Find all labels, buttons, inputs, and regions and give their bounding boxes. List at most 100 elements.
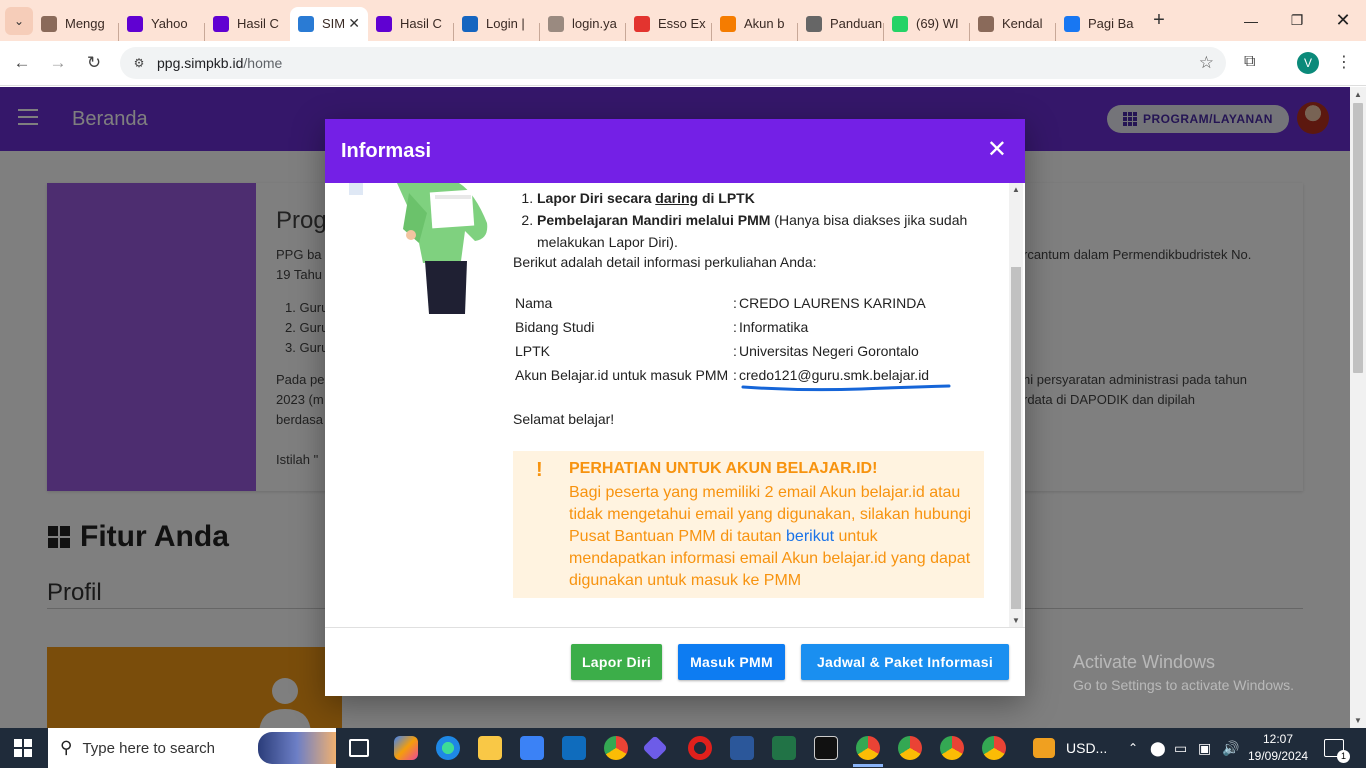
detail-value: Universitas Negeri Gorontalo (739, 343, 919, 359)
active-app-indicator (853, 764, 883, 767)
address-bar[interactable]: ⚙ ppg.simpkb.id/home ☆ (120, 47, 1226, 79)
task-view-icon[interactable] (349, 739, 369, 757)
address-toolbar: ← → ↻ ⚙ ppg.simpkb.id/home ☆ ⧉ (0, 41, 1366, 86)
steps-list: Lapor Diri secara daring di LPTK Pembela… (513, 187, 983, 253)
excel-icon[interactable] (772, 736, 796, 760)
restore-button[interactable]: ❐ (1274, 0, 1320, 41)
teacher-illustration (349, 183, 488, 314)
page-scroll-thumb[interactable] (1353, 103, 1363, 373)
browser-tab[interactable]: (69) WI (884, 7, 969, 41)
step-item: Pembelajaran Mandiri melalui PMM (Hanya … (537, 209, 983, 253)
tab-title: Kendal (1002, 16, 1043, 31)
chrome-profile-e-icon[interactable] (898, 736, 922, 760)
show-hidden-icons[interactable]: ⌃ (1128, 728, 1138, 768)
edge-icon[interactable] (436, 736, 460, 760)
dialog-scroll-thumb[interactable] (1011, 267, 1021, 609)
dialog-close-button[interactable]: ✕ (987, 137, 1007, 163)
forward-button[interactable]: → (45, 51, 71, 75)
page-scrollbar[interactable]: ▲ ▼ (1350, 87, 1366, 728)
store-icon[interactable] (520, 736, 544, 760)
chrome-profile-c-icon[interactable] (940, 736, 964, 760)
scroll-down-icon[interactable]: ▼ (1009, 616, 1023, 625)
network-icon[interactable]: ▣ (1198, 728, 1211, 768)
alert-title: PERHATIAN UNTUK AKUN BELAJAR.ID! (569, 460, 878, 477)
profile-avatar[interactable]: V (1297, 52, 1319, 74)
tab-title: Hasil C (237, 16, 279, 31)
browser-tab-strip: ⌄ Mengg Yahoo Hasil C SIM ✕ Hasil C Login | log… (0, 0, 1366, 41)
extensions-icon[interactable]: ⧉ (1244, 53, 1255, 71)
browser-tab[interactable]: Pagi Ba (1056, 7, 1141, 41)
currency-widget-icon[interactable] (1033, 738, 1055, 758)
scroll-up-icon[interactable]: ▲ (1009, 185, 1023, 194)
lapor-diri-button[interactable]: Lapor Diri (571, 644, 662, 680)
tab-title: Hasil C (400, 16, 442, 31)
browser-tab[interactable]: Esso Ex (626, 7, 711, 41)
detail-row: LPTK: Universitas Negeri Gorontalo (513, 339, 931, 363)
clock-date: 19/09/2024 (1248, 749, 1309, 763)
terminal-icon[interactable] (814, 736, 838, 760)
informasi-dialog: Informasi ✕ Lapor Diri secara daring di … (325, 119, 1025, 696)
browser-tab[interactable]: Mengg (33, 7, 118, 41)
file-explorer-icon[interactable] (478, 736, 502, 760)
masuk-pmm-button[interactable]: Masuk PMM (678, 644, 785, 680)
start-button[interactable] (14, 739, 32, 757)
reload-button[interactable]: ↻ (81, 51, 107, 75)
tray-app-icon[interactable]: ⬤ (1150, 728, 1166, 768)
back-button[interactable]: ← (9, 51, 35, 75)
tab-favicon-icon (298, 15, 314, 32)
jadwal-paket-button[interactable]: Jadwal & Paket Informasi (801, 644, 1009, 680)
bookmark-star-icon[interactable]: ☆ (1199, 53, 1214, 73)
dialog-body[interactable]: Lapor Diri secara daring di LPTK Pembela… (325, 183, 1025, 627)
outlook-icon[interactable] (562, 736, 586, 760)
tab-favicon-icon (1064, 15, 1080, 32)
dialog-scrollbar[interactable]: ▲ ▼ (1009, 183, 1023, 627)
browser-tab[interactable]: Kendal (970, 7, 1055, 41)
battery-icon[interactable]: ▭ (1174, 728, 1187, 768)
browser-tab[interactable]: Yahoo (119, 7, 204, 41)
site-info-icon[interactable]: ⚙ (130, 54, 148, 72)
scroll-up-icon[interactable]: ▲ (1350, 90, 1366, 99)
tab-favicon-icon (462, 15, 478, 32)
dialog-header: Informasi ✕ (325, 119, 1025, 183)
browser-tab[interactable]: login.ya (540, 7, 625, 41)
chrome-icon[interactable] (604, 736, 628, 760)
close-window-button[interactable]: ✕ (1320, 0, 1366, 41)
browser-tab[interactable]: SIM ✕ (290, 6, 368, 41)
help-link[interactable]: berikut (786, 528, 834, 545)
copilot-icon[interactable] (394, 736, 418, 760)
volume-icon[interactable]: 🔊 (1222, 728, 1239, 768)
tab-favicon-icon (548, 15, 564, 32)
scroll-down-icon[interactable]: ▼ (1350, 716, 1366, 725)
new-tab-button[interactable]: + (1145, 9, 1173, 32)
taskbar-search-box[interactable]: ⚲ Type here to search (48, 728, 336, 768)
tab-title: Akun b (744, 16, 785, 31)
browser-tab[interactable]: Panduan (798, 7, 883, 41)
detail-label: Akun Belajar.id untuk masuk PMM (515, 367, 729, 383)
currency-widget-label[interactable]: USD... (1066, 728, 1107, 768)
browser-menu-icon[interactable]: ⋮ (1336, 52, 1352, 72)
tab-title: login.ya (572, 16, 617, 31)
browser-tab[interactable]: Akun b (712, 7, 797, 41)
taskbar-clock[interactable]: 12:07 19/09/2024 (1248, 731, 1308, 765)
tab-title: Panduan (830, 16, 883, 31)
tab-close-icon[interactable]: ✕ (348, 15, 360, 32)
minimize-button[interactable]: — (1228, 0, 1274, 41)
browser-tab[interactable]: Hasil C (368, 7, 453, 41)
warning-alert: ! PERHATIAN UNTUK AKUN BELAJAR.ID! Bagi … (513, 451, 984, 598)
notification-icon[interactable]: 1 (1324, 739, 1350, 763)
tab-favicon-icon (41, 15, 57, 32)
tab-favicon-icon (634, 15, 650, 32)
chrome-profile-v-icon[interactable] (856, 736, 880, 760)
word-icon[interactable] (730, 736, 754, 760)
clock-time: 12:07 (1262, 732, 1294, 746)
detail-label: LPTK (515, 343, 551, 359)
browser-tab[interactable]: Login | (454, 7, 539, 41)
tab-search-button[interactable]: ⌄ (5, 6, 33, 35)
tab-favicon-icon (806, 15, 822, 32)
detail-intro: Berikut adalah detail informasi perkulia… (513, 254, 817, 270)
step-item: Lapor Diri secara daring di LPTK (537, 187, 983, 209)
opera-icon[interactable] (688, 736, 712, 760)
browser-tab[interactable]: Hasil C (205, 7, 290, 41)
app-icon[interactable] (642, 735, 668, 761)
chrome-icon[interactable] (982, 736, 1006, 760)
